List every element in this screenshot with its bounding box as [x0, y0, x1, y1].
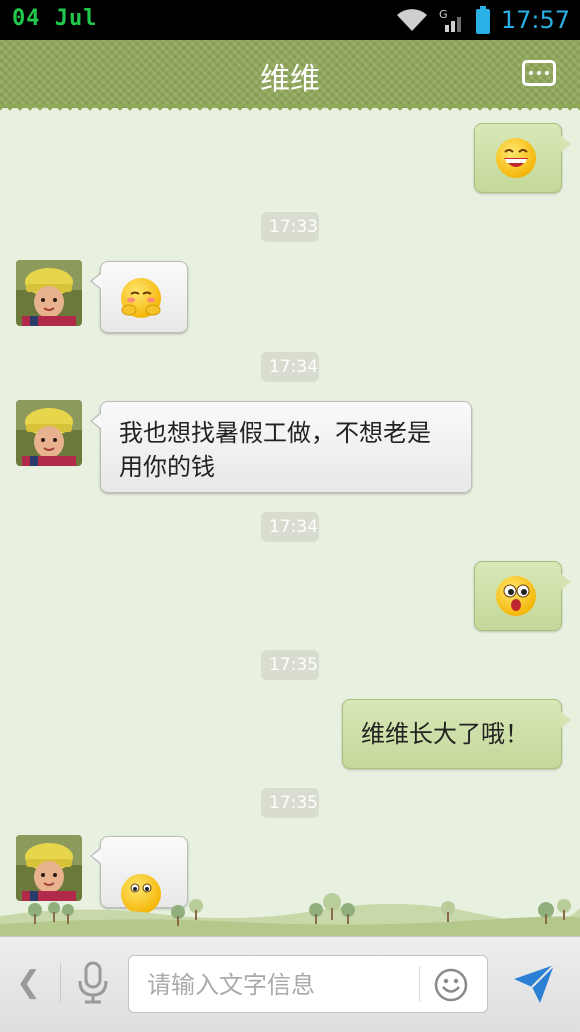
surprised-emoji: [496, 576, 536, 616]
chat-list[interactable]: 17:33 17:34 我也想找暑假工做，不想老是用你的钱 17:34 17:3…: [0, 112, 580, 936]
timestamp: 17:34: [261, 512, 319, 542]
send-icon[interactable]: [512, 963, 556, 1005]
avatar[interactable]: [16, 260, 82, 326]
page-title: 维维: [260, 62, 320, 97]
wifi-icon: [396, 9, 427, 31]
battery-icon: [475, 6, 490, 34]
timestamp: 17:34: [261, 352, 319, 382]
timestamp: 17:33: [261, 212, 319, 242]
message-bubble-outgoing[interactable]: [474, 123, 571, 193]
divider: [60, 963, 61, 1003]
chevron-left-icon[interactable]: ❮: [16, 965, 41, 1000]
header-edge: [0, 104, 580, 112]
status-time: 17:57: [500, 6, 570, 34]
status-date: 04 Jul: [12, 6, 98, 31]
chat-header: 维维: [0, 40, 580, 108]
signal-icon: G: [439, 8, 461, 32]
emoji-icon[interactable]: [434, 968, 468, 1002]
message-bubble-incoming[interactable]: [90, 261, 188, 333]
input-bar: ❮: [0, 936, 580, 1032]
message-input-field[interactable]: [128, 955, 488, 1014]
svg-text:G: G: [439, 8, 448, 21]
avatar[interactable]: [16, 400, 82, 466]
scenery-decoration: [0, 893, 580, 936]
timestamp: 17:35: [261, 788, 319, 818]
microphone-icon[interactable]: [76, 961, 110, 1005]
message-text: 维维长大了哦！: [361, 720, 529, 748]
status-bar: 04 Jul G 17:57: [0, 0, 580, 40]
message-text: 我也想找暑假工做，不想老是用你的钱: [119, 419, 431, 481]
timestamp: 17:35: [261, 650, 319, 680]
message-bubble-outgoing[interactable]: 维维长大了哦！: [342, 699, 571, 769]
message-bubble-incoming[interactable]: 我也想找暑假工做，不想老是用你的钱: [90, 401, 472, 493]
message-input[interactable]: [145, 956, 409, 1014]
message-bubble-outgoing[interactable]: [474, 561, 571, 631]
grin-emoji: [496, 138, 536, 178]
more-icon[interactable]: [522, 60, 556, 86]
divider: [419, 966, 420, 1002]
shy-emoji: [121, 278, 161, 318]
